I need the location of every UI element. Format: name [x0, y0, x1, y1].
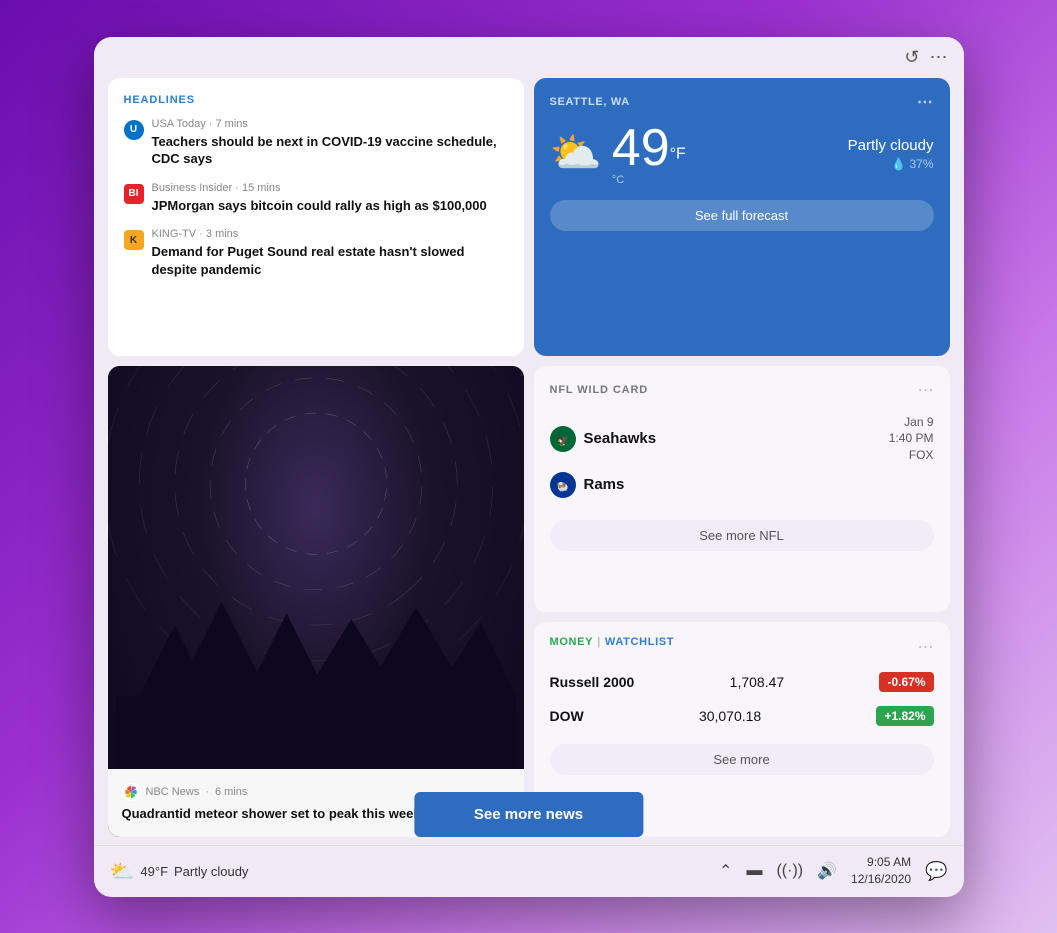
taskbar-chevron-icon[interactable]: ⌃ [719, 861, 732, 881]
news-headline-2: JPMorgan says bitcoin could rally as hig… [152, 197, 508, 215]
weather-temperature: 49 [612, 119, 670, 177]
taskbar-notification-icon[interactable]: 💬 [925, 861, 947, 882]
seahawks-name: Seahawks [584, 430, 657, 447]
nfl-title: NFL WILD CARD [550, 384, 649, 396]
stock-row-1[interactable]: Russell 2000 1,708.47 -0.67% [550, 668, 934, 696]
news-source-2: Business Insider · 15 mins [152, 182, 508, 194]
nfl-team-1: 🦅 Seahawks Jan 9 1:40 PM FOX [550, 410, 934, 468]
stock-1-name: Russell 2000 [550, 674, 635, 690]
widget-area: HEADLINES U USA Today · 7 mins Teachers … [94, 74, 964, 845]
news-item-3[interactable]: K KING-TV · 3 mins Demand for Puget Soun… [124, 228, 508, 278]
stock-2-name: DOW [550, 708, 584, 724]
weather-description-block: Partly cloudy 💧 37% [696, 137, 934, 171]
money-more-button[interactable]: See more [550, 744, 934, 775]
taskbar-volume-icon[interactable]: 🔊 [817, 861, 837, 881]
stock-row-2[interactable]: DOW 30,070.18 +1.82% [550, 702, 934, 730]
news-item-2[interactable]: BI Business Insider · 15 mins JPMorgan s… [124, 182, 508, 215]
weather-unit-f: °F [670, 145, 686, 162]
news-headline-3: Demand for Puget Sound real estate hasn'… [152, 243, 508, 278]
business-insider-icon: BI [124, 184, 144, 204]
money-title: MONEY|WATCHLIST [550, 636, 675, 648]
refresh-icon[interactable]: ↺ [904, 47, 919, 68]
seahawks-logo: 🦅 [550, 426, 576, 452]
nfl-team-2: 🐏 Rams [550, 468, 934, 502]
nfl-card: NFL WILD CARD ⋯ 🦅 Seahawks Jan 9 1:40 PM… [534, 366, 950, 613]
money-card-header: MONEY|WATCHLIST ⋯ [550, 636, 934, 658]
taskbar-weather[interactable]: ⛅ 49°F Partly cloudy [110, 859, 249, 884]
taskbar-time: 9:05 AM [851, 854, 911, 871]
headlines-title: HEADLINES [124, 94, 508, 106]
weather-forecast-button[interactable]: See full forecast [550, 200, 934, 231]
weather-card: SEATTLE, WA ⋯ ⛅ 49°F °C Partly cloudy 💧 … [534, 78, 950, 356]
nfl-more-icon[interactable]: ⋯ [918, 380, 934, 400]
stock-2-badge: +1.82% [876, 706, 933, 726]
taskbar-temp: 49°F [140, 864, 168, 879]
king-tv-icon: K [124, 230, 144, 250]
taskbar-date: 12/16/2020 [851, 871, 911, 888]
headlines-card: HEADLINES U USA Today · 7 mins Teachers … [108, 78, 524, 356]
taskbar: ⛅ 49°F Partly cloudy ⌃ ▬ ((·)) 🔊 9:05 AM… [94, 845, 964, 897]
svg-text:🦅: 🦅 [556, 434, 568, 447]
weather-location: SEATTLE, WA ⋯ [550, 92, 934, 112]
news-item-3-content: KING-TV · 3 mins Demand for Puget Sound … [152, 228, 508, 278]
news-source-3: KING-TV · 3 mins [152, 228, 508, 240]
news-item-1-content: USA Today · 7 mins Teachers should be ne… [152, 118, 508, 168]
money-more-icon[interactable]: ⋯ [918, 637, 934, 657]
stock-1-badge: -0.67% [879, 672, 933, 692]
taskbar-clock: 9:05 AM 12/16/2020 [851, 854, 911, 888]
more-options-icon[interactable]: ⋯ [930, 47, 948, 68]
stock-1-value: 1,708.47 [730, 674, 785, 690]
news-item-1[interactable]: U USA Today · 7 mins Teachers should be … [124, 118, 508, 168]
weather-condition-icon: ⛅ [550, 129, 602, 178]
photo-card: NBC News · 6 mins Quadrantid meteor show… [108, 366, 524, 837]
weather-description: Partly cloudy [696, 137, 934, 154]
weather-temp-block: 49°F °C [612, 122, 686, 186]
taskbar-condition: Partly cloudy [174, 864, 248, 879]
rams-name: Rams [584, 476, 625, 493]
taskbar-wifi-icon: ((·)) [776, 862, 803, 880]
news-headline-1: Teachers should be next in COVID-19 vacc… [152, 133, 508, 168]
device-frame: ↺ ⋯ HEADLINES U USA Today · 7 mins Teach… [94, 37, 964, 897]
star-trails-overlay [108, 366, 524, 837]
stock-2-value: 30,070.18 [699, 708, 761, 724]
nfl-more-button[interactable]: See more NFL [550, 520, 934, 551]
top-bar: ↺ ⋯ [94, 37, 964, 74]
taskbar-system-icons: ⌃ ▬ ((·)) 🔊 [719, 861, 837, 881]
see-more-news-button[interactable]: See more news [414, 792, 643, 837]
news-item-2-content: Business Insider · 15 mins JPMorgan says… [152, 182, 508, 215]
weather-more-icon[interactable]: ⋯ [917, 92, 934, 112]
weather-humidity: 💧 37% [696, 157, 934, 171]
taskbar-battery-icon: ▬ [746, 862, 762, 880]
taskbar-weather-icon: ⛅ [110, 859, 135, 884]
weather-main: ⛅ 49°F °C Partly cloudy 💧 37% [550, 122, 934, 186]
usa-today-icon: U [124, 120, 144, 140]
nfl-card-header: NFL WILD CARD ⋯ [550, 380, 934, 400]
news-source-1: USA Today · 7 mins [152, 118, 508, 130]
svg-text:🐏: 🐏 [556, 481, 568, 493]
rams-logo: 🐏 [550, 472, 576, 498]
nfl-matchup: 🦅 Seahawks Jan 9 1:40 PM FOX 🐏 Rams [550, 410, 934, 502]
nfl-date-time: Jan 9 1:40 PM FOX [889, 414, 934, 464]
nbc-peacock-icon [122, 783, 140, 801]
